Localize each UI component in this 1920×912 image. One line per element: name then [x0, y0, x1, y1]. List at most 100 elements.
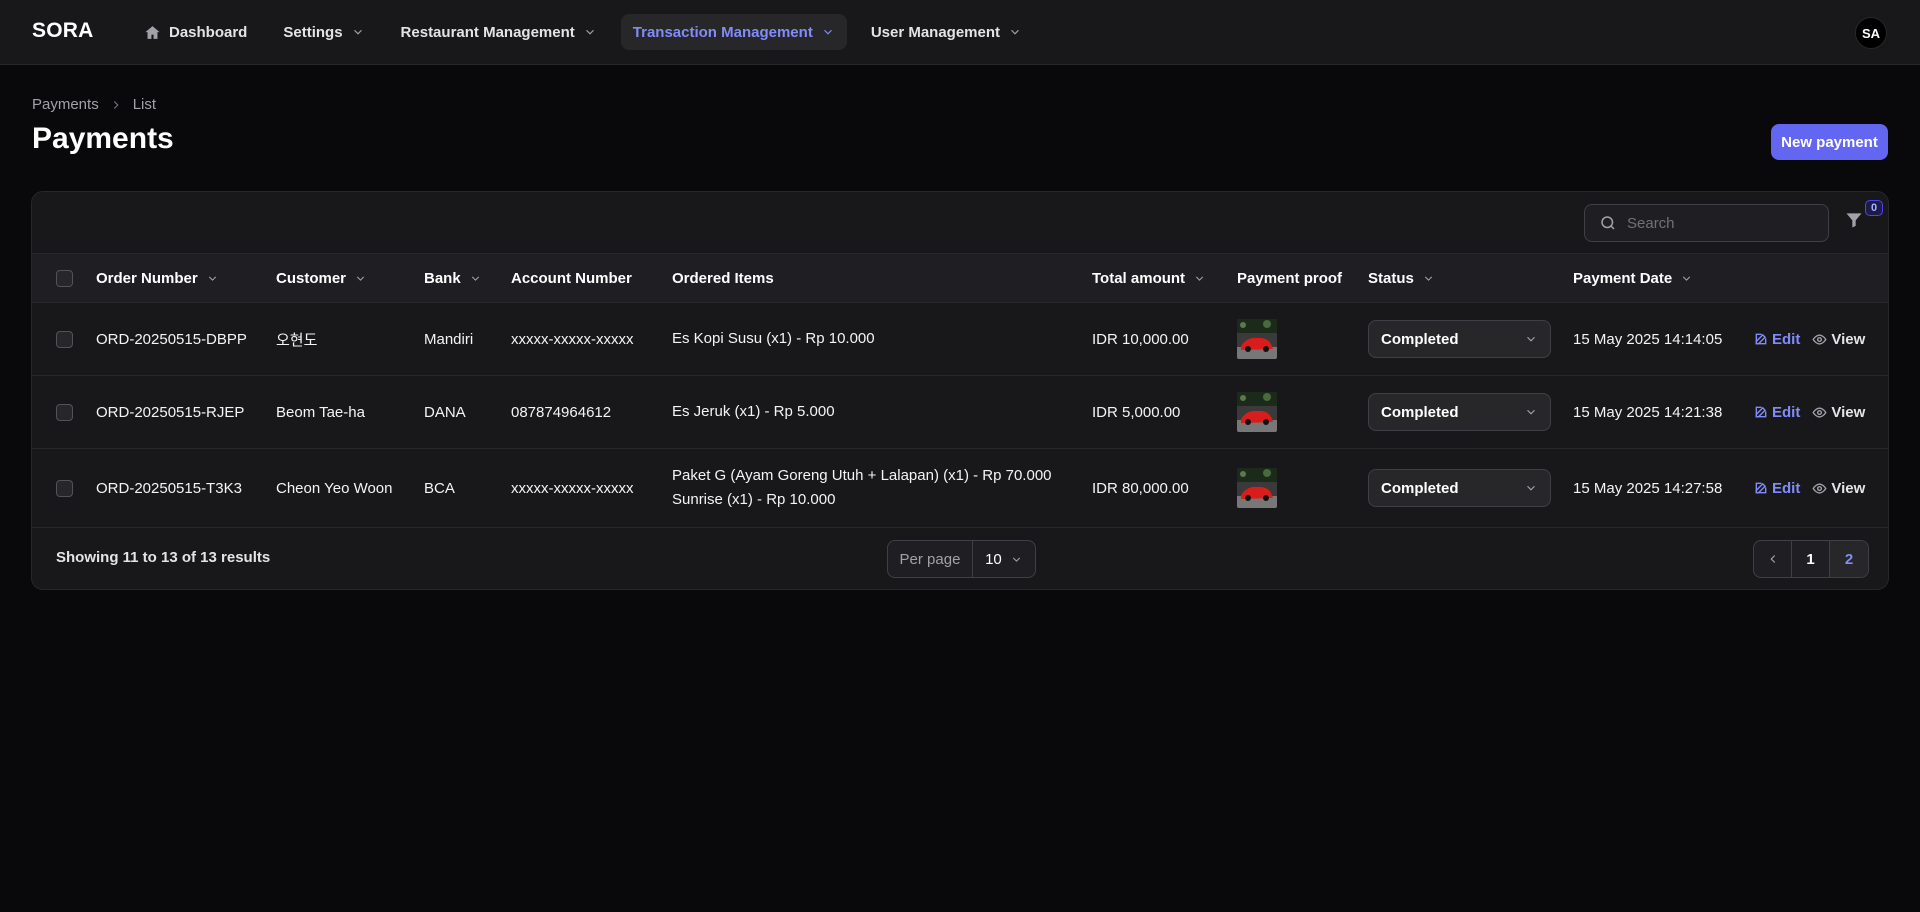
status-cell: Completed	[1368, 376, 1551, 448]
account-number-cell: 087874964612	[511, 403, 612, 421]
status-select[interactable]: Completed	[1368, 320, 1551, 358]
page-button-1[interactable]: 1	[1792, 541, 1830, 577]
pagination: 1 2	[1753, 540, 1869, 578]
order-number-cell: ORD-20250515-DBPP	[96, 330, 247, 348]
select-all-checkbox[interactable]	[56, 270, 73, 287]
eye-icon	[1812, 482, 1827, 494]
payment-proof-thumbnail[interactable]	[1237, 392, 1277, 432]
ordered-items-cell: Es Kopi Susu (x1) - Rp 10.000	[672, 303, 875, 375]
view-button[interactable]: View	[1812, 480, 1865, 497]
row-checkbox[interactable]	[56, 479, 73, 497]
home-icon	[145, 25, 160, 39]
page-button-2[interactable]: 2	[1830, 541, 1868, 577]
column-header-customer[interactable]: Customer	[276, 254, 367, 303]
chevron-down-icon	[471, 276, 479, 281]
ordered-item: Es Kopi Susu (x1) - Rp 10.000	[672, 330, 875, 347]
edit-label: Edit	[1772, 330, 1801, 348]
top-navigation-bar: SORA Dashboard Settings Restaurant Manag…	[0, 0, 1920, 65]
chevron-right-icon	[113, 100, 119, 109]
main-nav: Dashboard Settings Restaurant Management…	[132, 14, 1034, 50]
column-header-payment-date[interactable]: Payment Date	[1573, 254, 1693, 303]
chevron-down-icon	[1527, 485, 1535, 491]
payment-date-cell: 15 May 2025 14:14:05	[1573, 330, 1723, 348]
customer-cell: 오현도	[276, 331, 318, 349]
chevron-down-icon	[1527, 336, 1535, 342]
per-page-value: 10	[985, 550, 1002, 568]
column-header-total-amount[interactable]: Total amount	[1092, 254, 1206, 303]
status-select[interactable]: Completed	[1368, 469, 1551, 507]
breadcrumb-item-payments[interactable]: Payments	[32, 96, 99, 113]
nav-item-label: Transaction Management	[632, 23, 813, 41]
edit-button[interactable]: Edit	[1754, 404, 1800, 421]
nav-item-settings[interactable]: Settings	[271, 14, 376, 50]
bank-cell: DANA	[424, 403, 466, 421]
brand-logo[interactable]: SORA	[32, 19, 93, 43]
ordered-item: Es Jeruk (x1) - Rp 5.000	[672, 403, 835, 420]
row-checkbox[interactable]	[56, 403, 73, 421]
payment-proof-thumbnail[interactable]	[1237, 319, 1277, 359]
view-button[interactable]: View	[1812, 331, 1865, 348]
view-label: View	[1831, 479, 1866, 497]
per-page-label: Per page	[888, 541, 973, 577]
status-cell: Completed	[1368, 303, 1551, 375]
nav-item-transaction-management[interactable]: Transaction Management	[620, 14, 847, 50]
payment-proof-thumbnail[interactable]	[1237, 468, 1277, 508]
column-header-ordered-items: Ordered Items	[672, 254, 774, 303]
status-select[interactable]: Completed	[1368, 393, 1551, 431]
nav-item-label: Dashboard	[169, 23, 248, 41]
account-number-cell: xxxxx-xxxxx-xxxxx	[511, 479, 634, 497]
column-header-bank[interactable]: Bank	[424, 254, 482, 303]
chevron-down-icon	[585, 29, 594, 35]
status-select-value: Completed	[1381, 330, 1459, 348]
breadcrumb: Payments List	[32, 96, 156, 113]
column-header-order-number[interactable]: Order Number	[96, 254, 219, 303]
new-payment-button[interactable]: New payment	[1771, 124, 1888, 160]
chevron-down-icon	[823, 29, 832, 35]
column-header-status[interactable]: Status	[1368, 254, 1435, 303]
edit-label: Edit	[1772, 403, 1801, 421]
table-row[interactable]: ORD-20250515-T3K3 Cheon Yeo Woon BCA xxx…	[32, 449, 1888, 528]
row-checkbox[interactable]	[56, 330, 73, 348]
nav-item-user-management[interactable]: User Management	[859, 14, 1034, 50]
table-row[interactable]: ORD-20250515-RJEP Beom Tae-ha DANA 08787…	[32, 376, 1888, 449]
search-box[interactable]	[1584, 204, 1829, 242]
table-footer: Showing 11 to 13 of 13 results Per page …	[32, 528, 1888, 589]
chevron-down-icon	[1011, 29, 1019, 35]
select-all-cell	[56, 254, 73, 303]
view-button[interactable]: View	[1812, 404, 1865, 421]
chevron-down-icon	[1012, 556, 1021, 562]
table-row[interactable]: ORD-20250515-DBPP 오현도 Mandiri xxxxx-xxxx…	[32, 303, 1888, 376]
column-header-label: Payment Date	[1573, 270, 1673, 287]
nav-item-restaurant-management[interactable]: Restaurant Management	[389, 14, 609, 50]
column-header-label: Customer	[276, 270, 347, 287]
ordered-items-cell: Es Jeruk (x1) - Rp 5.000	[672, 376, 835, 448]
chevron-down-icon	[353, 29, 362, 35]
payments-table-card: 0 Order Number Customer Bank Account Num…	[31, 191, 1889, 590]
edit-icon	[1755, 406, 1767, 418]
total-amount-cell: IDR 10,000.00	[1092, 330, 1189, 348]
edit-icon	[1755, 333, 1767, 345]
edit-button[interactable]: Edit	[1754, 331, 1800, 348]
search-input[interactable]	[1627, 214, 1807, 232]
previous-page-button[interactable]	[1754, 541, 1792, 577]
nav-item-label: Settings	[283, 23, 343, 41]
customer-cell: Cheon Yeo Woon	[276, 479, 393, 497]
filter-icon	[1846, 213, 1862, 228]
payment-proof-cell	[1237, 376, 1277, 448]
edit-button[interactable]: Edit	[1754, 480, 1800, 497]
row-select-cell	[56, 303, 73, 375]
avatar[interactable]: SA	[1855, 17, 1887, 49]
chevron-down-icon	[1683, 276, 1691, 281]
row-select-cell	[56, 376, 73, 448]
eye-icon	[1812, 333, 1827, 345]
edit-icon	[1755, 482, 1767, 494]
eye-icon	[1812, 406, 1827, 418]
ordered-item: Paket G (Ayam Goreng Utuh + Lalapan) (x1…	[672, 467, 1052, 484]
row-actions: Edit View	[1754, 449, 1865, 527]
per-page-select[interactable]: Per page 10	[887, 540, 1036, 578]
view-label: View	[1831, 403, 1866, 421]
per-page-value-box[interactable]: 10	[973, 541, 1035, 577]
nav-item-dashboard[interactable]: Dashboard	[132, 14, 259, 50]
ordered-items-cell: Paket G (Ayam Goreng Utuh + Lalapan) (x1…	[672, 449, 1052, 527]
order-number-cell: ORD-20250515-T3K3	[96, 479, 242, 497]
